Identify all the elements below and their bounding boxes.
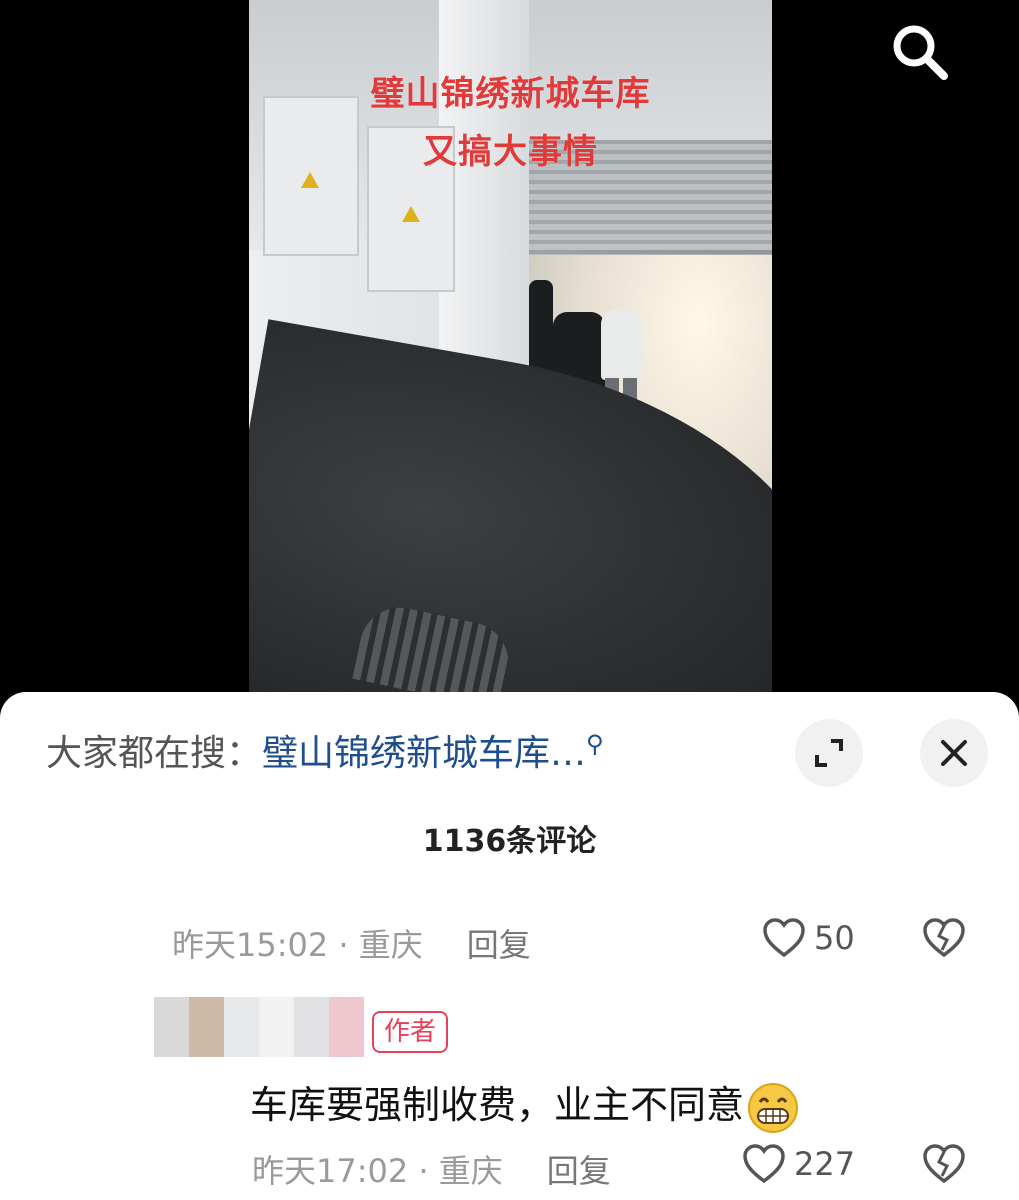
- dislike-button[interactable]: [922, 1144, 966, 1188]
- blurred-username: [154, 997, 364, 1057]
- search-button[interactable]: [886, 18, 952, 84]
- person-figure: [601, 310, 641, 380]
- comment-meta: 昨天17:02 · 重庆 回复: [252, 1152, 611, 1190]
- dislike-button[interactable]: [922, 918, 966, 962]
- comment-text: 车库要强制收费，业主不同意: [250, 1074, 800, 1135]
- comment-time: 昨天15:02: [172, 926, 329, 964]
- comment-meta: 昨天15:02 · 重庆 回复: [172, 926, 531, 964]
- trending-search-query[interactable]: 璧山锦绣新城车库…: [262, 733, 586, 774]
- small-search-icon: ⚲: [586, 730, 604, 758]
- broken-heart-icon: [923, 918, 965, 958]
- author-badge: 作者: [372, 1011, 449, 1053]
- grin-emoji-icon: [748, 1082, 799, 1133]
- comment-location: 重庆: [438, 1152, 503, 1190]
- video-overlay-title: 璧山锦绣新城车库: [370, 74, 651, 114]
- trending-search-prefix: 大家都在搜：: [46, 733, 263, 774]
- broken-heart-icon: [923, 1144, 965, 1184]
- video-overlay-subtitle: 又搞大事情: [423, 132, 598, 172]
- trending-search[interactable]: 大家都在搜：璧山锦绣新城车库…⚲: [46, 724, 604, 776]
- expand-icon: [815, 739, 843, 767]
- electric-box: [263, 96, 359, 256]
- search-icon: [893, 25, 948, 80]
- comment-count: 1136条评论: [422, 824, 597, 859]
- like-count: 227: [794, 1145, 856, 1183]
- expand-button[interactable]: [795, 719, 863, 787]
- like-count: 50: [814, 919, 855, 957]
- comment-sheet: 大家都在搜：璧山锦绣新城车库…⚲ 1136条评论 昨天15:02 · 重庆 回复 …: [0, 692, 1019, 1200]
- video-player[interactable]: 璧山锦绣新城车库 又搞大事情: [249, 0, 772, 693]
- comment-body: 车库要强制收费，业主不同意: [250, 1083, 745, 1127]
- close-icon: [941, 740, 967, 766]
- reply-button[interactable]: 回复: [547, 1152, 611, 1190]
- close-button[interactable]: [920, 719, 988, 787]
- comment-time: 昨天17:02: [252, 1152, 409, 1190]
- heart-icon: [743, 1144, 785, 1184]
- heart-icon: [763, 918, 805, 958]
- reply-button[interactable]: 回复: [467, 926, 531, 964]
- like-button[interactable]: 227: [742, 1144, 855, 1184]
- warning-icon: [402, 206, 420, 222]
- like-button[interactable]: 50: [762, 918, 855, 958]
- warning-icon: [301, 172, 319, 188]
- comment-location: 重庆: [358, 926, 423, 964]
